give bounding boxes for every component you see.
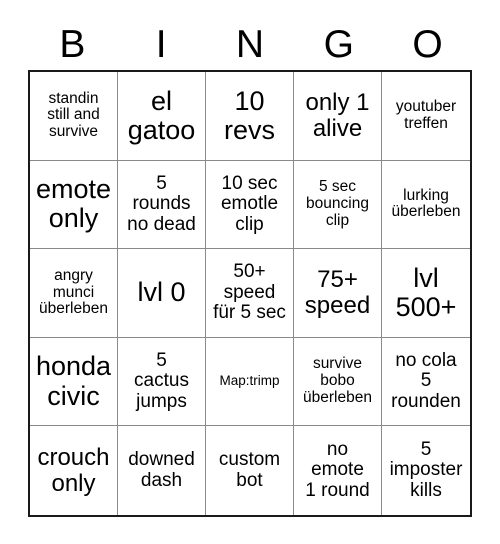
bingo-cell-label: youtuber treffen — [395, 98, 457, 132]
bingo-cell[interactable]: crouch only — [30, 426, 118, 515]
bingo-cell[interactable]: 5 sec bouncing clip — [294, 160, 382, 250]
bingo-cell-label: 50+ speed für 5 sec — [213, 261, 286, 324]
bingo-cell[interactable]: 5 cactus jumps — [118, 337, 206, 427]
bingo-cell[interactable]: lvl 0 — [118, 249, 206, 338]
bingo-header-letter-b: B — [59, 22, 86, 66]
bingo-cell[interactable]: honda civic — [30, 337, 118, 427]
bingo-header-letter-g: G — [323, 22, 354, 66]
bingo-cell-label: honda civic — [35, 351, 112, 411]
bingo-cell[interactable]: 75+ speed — [294, 249, 382, 338]
bingo-cell[interactable]: lvl 500+ — [382, 249, 470, 338]
bingo-cell-label: custom bot — [218, 449, 281, 491]
bingo-cell[interactable]: youtuber treffen — [382, 72, 470, 161]
bingo-cell-label: only 1 alive — [305, 88, 370, 142]
bingo-cell[interactable]: 5 imposter kills — [382, 426, 470, 515]
bingo-cell-label: 5 imposter kills — [389, 438, 463, 501]
bingo-cell[interactable]: no cola 5 rounden — [382, 337, 470, 427]
bingo-card: B I N G O standin still and survive el g… — [28, 18, 472, 518]
bingo-cell-label: angry munci überleben — [39, 266, 108, 318]
bingo-cell-label: crouch only — [37, 443, 110, 497]
bingo-cell[interactable]: 10 revs — [206, 72, 294, 161]
bingo-cell-label: el gatoo — [127, 85, 196, 145]
bingo-header-letter-o: O — [412, 22, 443, 66]
bingo-cell-label: Map:trimp — [219, 373, 280, 389]
bingo-cell[interactable]: downed dash — [118, 426, 206, 515]
bingo-header-letter-n: N — [235, 22, 265, 66]
bingo-cell-label: 75+ speed — [304, 266, 371, 319]
bingo-cell-label: lvl 500+ — [395, 262, 457, 322]
bingo-cell[interactable]: emote only — [30, 160, 118, 250]
bingo-cell[interactable]: 5 rounds no dead — [118, 160, 206, 250]
bingo-cell-label: lurking überleben — [391, 186, 461, 221]
bingo-cell-label: 10 revs — [223, 85, 275, 145]
bingo-cell[interactable]: el gatoo — [118, 72, 206, 161]
bingo-cell-label: standin still and survive — [47, 89, 100, 141]
bingo-grid: standin still and survive el gatoo 10 re… — [28, 70, 472, 517]
bingo-cell-label: no emote 1 round — [305, 438, 370, 501]
bingo-header-letter-i: I — [155, 22, 167, 66]
bingo-cell-label: lvl 0 — [137, 277, 186, 308]
bingo-cell-label: 10 sec emotle clip — [220, 172, 279, 235]
bingo-cell-label: downed dash — [128, 449, 195, 491]
bingo-cell[interactable]: 10 sec emotle clip — [206, 160, 294, 250]
bingo-header-row: B I N G O — [28, 18, 472, 70]
bingo-cell-label: 5 rounds no dead — [127, 172, 196, 235]
bingo-cell-label: survive bobo überleben — [303, 355, 372, 406]
bingo-cell[interactable]: angry munci überleben — [30, 249, 118, 338]
bingo-cell[interactable]: 50+ speed für 5 sec — [206, 249, 294, 338]
bingo-cell[interactable]: standin still and survive — [30, 72, 118, 161]
bingo-cell[interactable]: Map:trimp — [206, 337, 294, 427]
bingo-cell-label: 5 sec bouncing clip — [306, 178, 369, 229]
bingo-cell[interactable]: no emote 1 round — [294, 426, 382, 515]
bingo-cell-label: no cola 5 rounden — [391, 349, 461, 412]
bingo-cell[interactable]: only 1 alive — [294, 72, 382, 161]
bingo-cell-label: 5 cactus jumps — [134, 349, 189, 412]
bingo-cell-label: emote only — [35, 174, 112, 234]
bingo-cell[interactable]: survive bobo überleben — [294, 337, 382, 427]
bingo-cell[interactable]: lurking überleben — [382, 160, 470, 250]
bingo-cell[interactable]: custom bot — [206, 426, 294, 515]
